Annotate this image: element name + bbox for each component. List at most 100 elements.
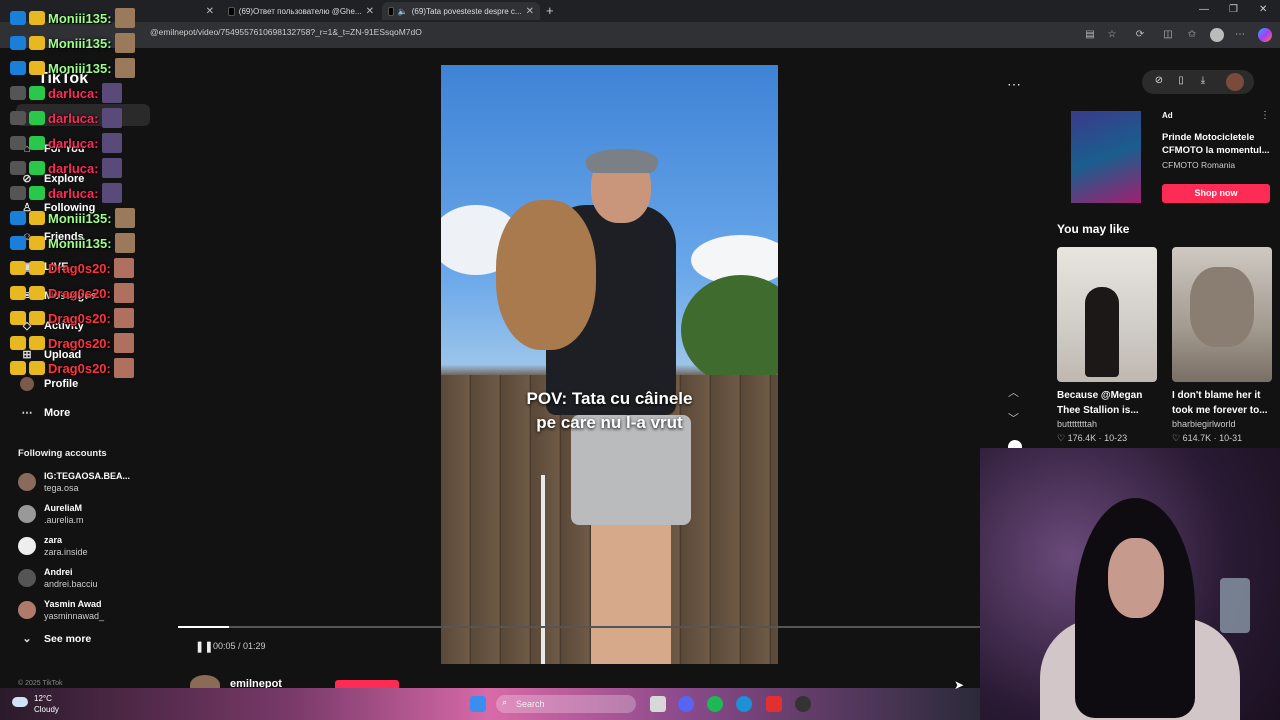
new-tab-icon[interactable]: + [546, 3, 554, 18]
like-icon[interactable] [1008, 440, 1022, 448]
chat-emote-icon [101, 108, 122, 128]
see-more-button[interactable]: ⌄ See more [20, 632, 91, 646]
chat-emote-icon [114, 33, 135, 53]
chat-badge-icon [10, 161, 26, 175]
reader-icon[interactable]: ▤ [1084, 29, 1096, 41]
tab-close-icon[interactable]: ✕ [206, 6, 214, 17]
chat-badge-icon [10, 111, 26, 125]
thumbnail-figure [1190, 267, 1254, 347]
app-icon[interactable] [766, 696, 782, 712]
chat-badge-icon [29, 36, 45, 50]
thumbnail-figure [1085, 287, 1119, 377]
extensions-icon[interactable]: ⟳ [1134, 29, 1146, 41]
chat-username: darluca: [48, 185, 99, 201]
chat-emote-icon [101, 158, 122, 178]
download-icon[interactable]: ⤓ [1196, 75, 1210, 86]
webcam-overlay [980, 448, 1280, 720]
chat-badge-icon [29, 86, 45, 100]
chat-message: darluca: [10, 158, 122, 178]
obs-icon[interactable] [795, 696, 811, 712]
chat-username: darluca: [48, 135, 99, 151]
split-screen-icon[interactable]: ◫ [1162, 29, 1174, 41]
coins-icon[interactable]: ⊘ [1152, 75, 1166, 86]
ad-title[interactable]: Prinde Motocicletele CFMOTO la momentul.… [1162, 131, 1272, 157]
tab-label: (69)Tata povesteste despre c... [411, 6, 522, 16]
chat-message: Drag0s20: [10, 258, 134, 278]
video-more-icon[interactable]: ⋯ [1007, 76, 1021, 93]
recommended-video-thumbnail[interactable] [1057, 247, 1157, 382]
shop-now-button[interactable]: Shop now [1162, 184, 1270, 203]
url-input[interactable]: @emilnepot/video/7549557610698132758?_r=… [150, 27, 422, 37]
pause-icon[interactable]: ❚❚ [195, 640, 213, 653]
recommended-video-user[interactable]: bharbiegirlworld [1172, 419, 1236, 429]
minimize-icon[interactable]: — [1199, 4, 1209, 15]
video-caption: POV: Tata cu câinele pe care nu l-a vrut [526, 389, 693, 432]
browser-tab-2[interactable]: (69)Ответ пользователю @Ghe... ✕ [222, 2, 380, 20]
chat-message: Moniii135: [10, 33, 135, 53]
chat-badge-icon [29, 136, 45, 150]
following-account[interactable]: AureliaM .aurelia.m [18, 502, 84, 526]
heart-icon: ♡ [1172, 433, 1181, 443]
ad-image[interactable] [1071, 111, 1141, 203]
weather-description[interactable]: Cloudy [34, 705, 59, 714]
tab-close-icon[interactable]: ✕ [526, 6, 534, 17]
start-icon[interactable] [470, 696, 486, 712]
avatar [18, 505, 36, 523]
chat-emote-icon [101, 133, 122, 153]
chat-badge-icon [29, 261, 45, 275]
chat-badge-icon [10, 61, 26, 75]
chat-username: Moniii135: [48, 60, 112, 76]
chat-username: Drag0s20: [48, 285, 111, 301]
weather-temperature[interactable]: 12°C [34, 694, 52, 703]
sidebar-item-profile[interactable]: Profile [20, 377, 78, 391]
profile-avatar-icon[interactable] [1210, 28, 1224, 42]
chat-badge-icon [10, 186, 26, 200]
tab-close-icon[interactable]: ✕ [366, 6, 374, 17]
chat-username: Moniii135: [48, 235, 112, 251]
recommended-video-user[interactable]: buttttttttah [1057, 419, 1097, 429]
video-scene [591, 525, 671, 664]
chat-username: Drag0s20: [48, 310, 111, 326]
edge-icon[interactable] [736, 696, 752, 712]
device-icon[interactable]: ▯ [1174, 75, 1188, 86]
favorite-star-icon[interactable]: ☆ [1106, 29, 1118, 41]
taskbar-search-input[interactable]: Search [496, 695, 636, 713]
recommended-video-title[interactable]: Because @Megan Thee Stallion is... [1057, 388, 1162, 418]
video-progress-bar[interactable] [178, 626, 980, 628]
chat-message: Drag0s20: [10, 308, 134, 328]
following-account[interactable]: Yasmin Awad yasminnawad_ [18, 598, 104, 622]
following-account[interactable]: zara zara.inside [18, 534, 88, 558]
chat-badge-icon [10, 136, 26, 150]
chat-badge-icon [29, 11, 45, 25]
recommended-video-stats: ♡ 614.7K · 10-31 [1172, 433, 1243, 443]
sidebar-item-more[interactable]: ⋯ More [20, 406, 71, 420]
close-window-icon[interactable]: ✕ [1259, 4, 1267, 15]
chat-emote-icon [113, 283, 134, 303]
chat-message: Drag0s20: [10, 283, 134, 303]
copilot-icon[interactable] [1258, 28, 1272, 42]
video-player[interactable]: POV: Tata cu câinele pe care nu l-a vrut [441, 65, 778, 664]
chevron-up-icon[interactable]: ︿ [1008, 384, 1019, 400]
chat-emote-icon [114, 58, 135, 78]
discord-icon[interactable] [678, 696, 694, 712]
spotify-icon[interactable] [707, 696, 723, 712]
chat-badge-icon [10, 36, 26, 50]
chevron-down-icon[interactable]: ﹀ [1008, 410, 1019, 426]
favorites-icon[interactable]: ✩ [1186, 29, 1198, 41]
file-explorer-icon[interactable] [650, 696, 666, 712]
follow-button[interactable] [335, 680, 399, 688]
user-avatar[interactable] [1226, 73, 1244, 91]
recommended-video-thumbnail[interactable] [1172, 247, 1272, 382]
chat-badge-icon [29, 236, 45, 250]
webcam-scene [1108, 538, 1164, 618]
following-account[interactable]: IG:TEGAOSA.BEA... tega.osa [18, 470, 130, 494]
recommended-video-title[interactable]: I don't blame her it took me forever to.… [1172, 388, 1277, 418]
ad-menu-icon[interactable]: ⋮ [1260, 110, 1270, 121]
chat-username: Moniii135: [48, 210, 112, 226]
more-icon: ⋯ [21, 407, 33, 419]
following-account[interactable]: Andrei andrei.bacciu [18, 566, 98, 590]
browser-menu-icon[interactable]: ⋯ [1234, 29, 1246, 41]
maximize-icon[interactable]: ❐ [1229, 4, 1238, 15]
browser-tab-3[interactable]: 🔈 (69)Tata povesteste despre c... ✕ [382, 2, 540, 20]
chat-badge-icon [29, 111, 45, 125]
